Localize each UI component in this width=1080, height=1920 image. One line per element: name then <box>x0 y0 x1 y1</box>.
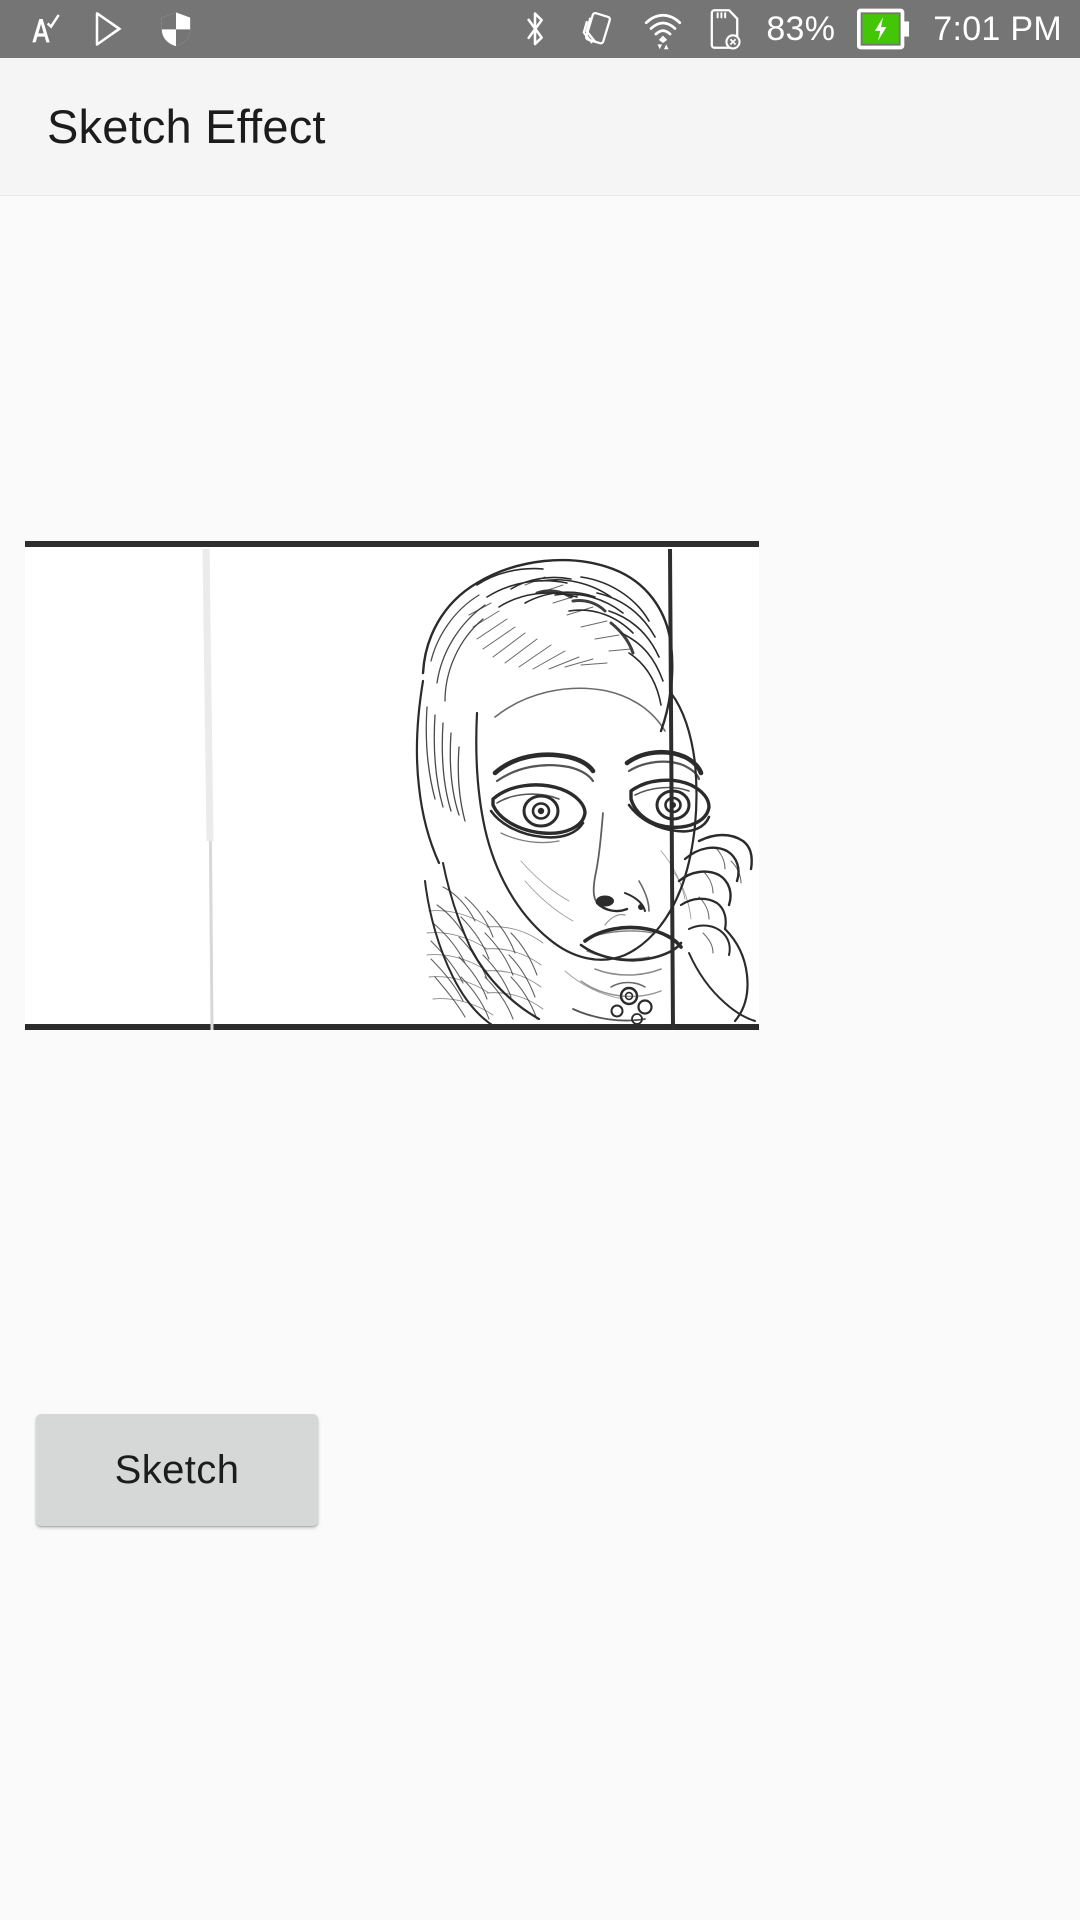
sketch-preview-image[interactable] <box>25 541 759 1030</box>
wifi-icon <box>642 7 684 51</box>
status-bar-clock: 7:01 PM <box>933 9 1062 48</box>
sketch-portrait-drawing <box>25 541 759 1030</box>
main-content: Sketch <box>0 196 1080 1919</box>
shield-icon <box>156 9 196 49</box>
battery-percentage: 83% <box>766 9 836 48</box>
status-bar-left-icons <box>24 9 196 49</box>
google-play-icon <box>90 9 130 49</box>
battery-charging-icon <box>857 8 911 50</box>
screen-rotation-icon <box>576 8 620 50</box>
app-bar: Sketch Effect <box>0 58 1080 196</box>
status-bar[interactable]: 83% 7:01 PM <box>0 0 1080 58</box>
sketch-button-label: Sketch <box>114 1447 240 1492</box>
bluetooth-icon <box>516 8 554 50</box>
sketch-button[interactable]: Sketch <box>36 1414 318 1526</box>
status-bar-right-icons: 83% 7:01 PM <box>516 7 1062 51</box>
page-title: Sketch Effect <box>47 100 326 153</box>
spellcheck-icon <box>24 9 64 49</box>
sd-card-removed-icon <box>706 7 744 51</box>
